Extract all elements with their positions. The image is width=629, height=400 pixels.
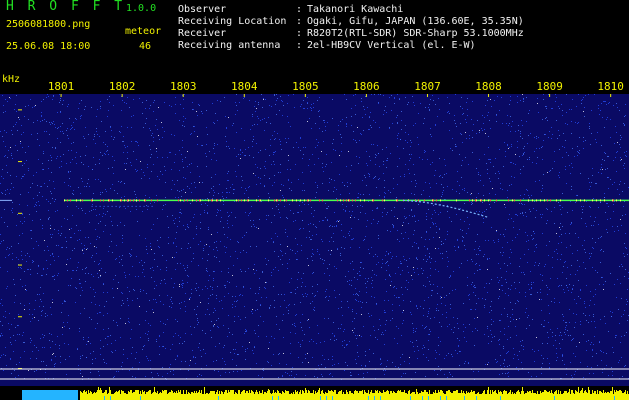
antenna-label: Receiving antenna	[178, 40, 281, 51]
capture-datetime: 25.06.08 18:00	[6, 41, 91, 52]
x-tick-label: 1803	[169, 80, 197, 93]
x-tick-label: 1806	[353, 80, 380, 93]
antenna-separator: :	[296, 40, 303, 51]
x-tick-label: 1804	[231, 80, 258, 93]
file-name: 2506081800.png	[6, 19, 91, 30]
level-bar-cyan	[22, 390, 78, 400]
header-panel: H R O F F T 1.0.0 2506081800.png meteor …	[0, 0, 629, 76]
receiver-label: Receiver	[178, 28, 227, 39]
y-unit-label: kHz	[2, 74, 21, 85]
observer-separator: :	[296, 4, 303, 15]
receiver-value: R820T2(RTL-SDR) SDR-Sharp 53.1000MHz	[307, 28, 524, 39]
location-separator: :	[296, 16, 303, 27]
meteor-label: meteor	[125, 26, 162, 37]
meteor-count: 46	[139, 41, 152, 52]
location-label: Receiving Location	[178, 16, 287, 27]
x-tick-label: 1809	[536, 80, 563, 93]
spectrogram-plot	[0, 94, 629, 400]
observer-label: Observer	[178, 4, 227, 15]
x-tick-label: 1805	[292, 80, 319, 93]
app-title: H R O F F T	[6, 0, 126, 14]
app-version: 1.0.0	[126, 3, 157, 14]
observer-value: Takanori Kawachi	[307, 4, 404, 15]
receiver-separator: :	[296, 28, 303, 39]
location-value: Ogaki, Gifu, JAPAN (136.60E, 35.35N)	[307, 16, 524, 27]
x-tick-label: 1807	[414, 80, 441, 93]
x-tick-label: 1802	[108, 80, 136, 93]
x-tick-label: 1808	[475, 80, 502, 93]
x-tick-label: 1810	[597, 80, 624, 93]
antenna-value: 2el-HB9CV Vertical (el. E-W)	[307, 40, 476, 51]
x-tick-label: 1801	[47, 80, 75, 93]
